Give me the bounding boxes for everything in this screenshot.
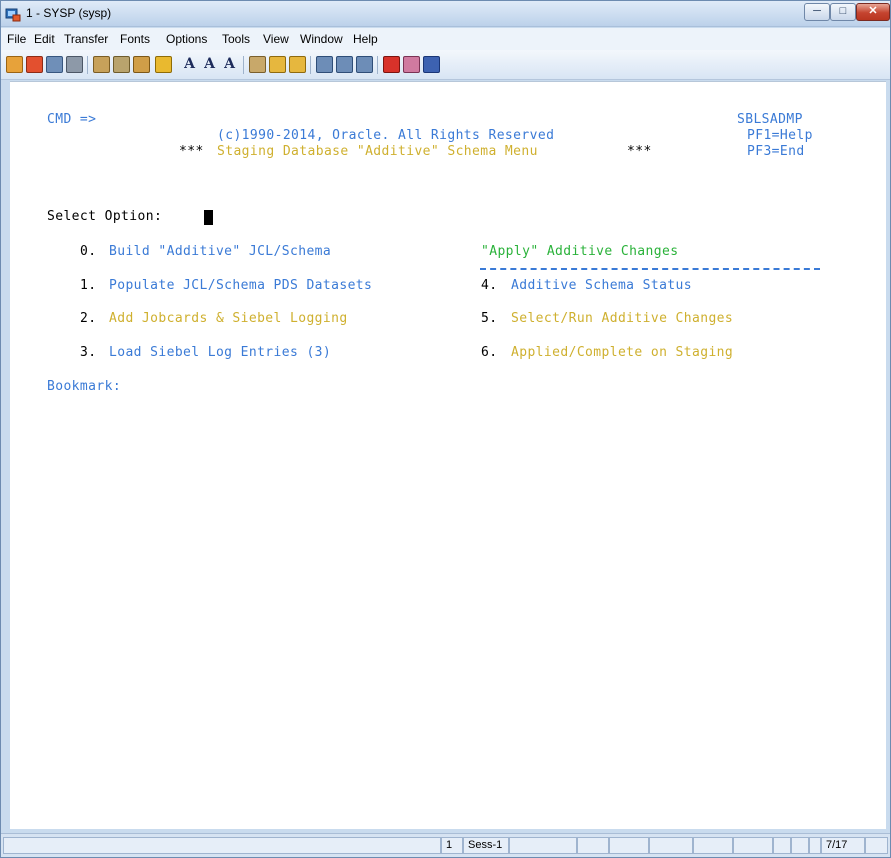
terminal-window: 1 - SYSP (sysp) ─ □ ✕ File Edit Transfer… — [0, 0, 891, 858]
send-file-icon[interactable] — [269, 56, 286, 73]
toolbar-separator — [243, 56, 244, 74]
option-load-siebel-log[interactable]: Load Siebel Log Entries (3) — [109, 345, 331, 360]
status-cell — [693, 837, 733, 854]
page-title: Staging Database "Additive" Schema Menu — [217, 144, 538, 159]
enter-key-icon[interactable] — [383, 56, 400, 73]
option-schema-status[interactable]: Additive Schema Status — [511, 278, 692, 293]
cmd-label: CMD => — [47, 112, 97, 127]
status-cell — [577, 837, 609, 854]
toolbar-separator — [377, 56, 378, 74]
select-option-label: Select Option: — [47, 209, 163, 224]
font-larger-icon[interactable]: A — [201, 56, 218, 73]
option-applied-complete[interactable]: Applied/Complete on Staging — [511, 345, 733, 360]
menu-window[interactable]: Window — [300, 32, 343, 46]
receive-file-icon[interactable] — [289, 56, 306, 73]
status-cell — [773, 837, 791, 854]
pf1-help-label: PF1=Help — [747, 128, 813, 143]
status-cell — [649, 837, 693, 854]
title-prefix: *** — [179, 144, 204, 159]
font-size-icon[interactable]: A — [181, 56, 198, 73]
option-number: 6. — [481, 345, 498, 360]
option-number: 5. — [481, 311, 498, 326]
settings-icon[interactable] — [249, 56, 266, 73]
status-cell — [609, 837, 649, 854]
option-number: 3. — [80, 345, 97, 360]
close-button[interactable]: ✕ — [856, 3, 890, 21]
option-number: 1. — [80, 278, 97, 293]
option-number: 2. — [80, 311, 97, 326]
status-cell — [809, 837, 821, 854]
pf1-key-icon[interactable] — [316, 56, 333, 73]
status-message-cell — [3, 837, 441, 854]
terminal-app-icon — [5, 8, 21, 22]
pf3-key-icon[interactable] — [356, 56, 373, 73]
paste-icon[interactable] — [133, 56, 150, 73]
menu-bar: File Edit Transfer Fonts Options Tools V… — [1, 28, 890, 50]
terminal-screen[interactable]: CMD => (c)1990-2014, Oracle. All Rights … — [10, 81, 886, 829]
option-populate-pds[interactable]: Populate JCL/Schema PDS Datasets — [109, 278, 372, 293]
menu-options[interactable]: Options — [166, 32, 207, 46]
session-number: 1 — [441, 837, 463, 854]
pf2-key-icon[interactable] — [336, 56, 353, 73]
title-suffix: *** — [627, 144, 652, 159]
clear-icon[interactable] — [403, 56, 420, 73]
bookmark-label: Bookmark: — [47, 379, 122, 394]
open-session-icon[interactable] — [6, 56, 23, 73]
status-bar: 1 Sess-1 7/17 — [1, 833, 890, 857]
resize-grip-icon[interactable] — [865, 837, 888, 854]
status-cell — [509, 837, 577, 854]
status-cell — [733, 837, 773, 854]
menu-transfer[interactable]: Transfer — [64, 32, 108, 46]
save-icon[interactable] — [46, 56, 63, 73]
option-select-run-changes[interactable]: Select/Run Additive Changes — [511, 311, 733, 326]
new-session-icon[interactable] — [26, 56, 43, 73]
menu-tools[interactable]: Tools — [222, 32, 250, 46]
apply-section-header: "Apply" Additive Changes — [481, 244, 679, 259]
option-number: 4. — [481, 278, 498, 293]
program-id: SBLSADMP — [737, 112, 803, 127]
toolbar-separator — [87, 56, 88, 74]
menu-help[interactable]: Help — [353, 32, 378, 46]
close-icon: ✕ — [868, 5, 878, 17]
option-number: 0. — [80, 244, 97, 259]
cut-icon[interactable] — [93, 56, 110, 73]
transfer-icon[interactable] — [155, 56, 172, 73]
minimize-button[interactable]: ─ — [804, 3, 830, 21]
font-plus-icon[interactable]: A — [221, 56, 238, 73]
option-build-jcl[interactable]: Build "Additive" JCL/Schema — [109, 244, 331, 259]
section-divider — [480, 268, 820, 270]
status-cell — [791, 837, 809, 854]
window-title: 1 - SYSP (sysp) — [26, 6, 112, 20]
copyright-text: (c)1990-2014, Oracle. All Rights Reserve… — [217, 128, 555, 143]
pf3-end-label: PF3=End — [747, 144, 805, 159]
title-bar[interactable]: 1 - SYSP (sysp) ─ □ ✕ — [1, 1, 890, 27]
cursor-position: 7/17 — [821, 837, 865, 854]
menu-view[interactable]: View — [263, 32, 289, 46]
option-add-jobcards[interactable]: Add Jobcards & Siebel Logging — [109, 311, 348, 326]
help-book-icon[interactable] — [423, 56, 440, 73]
print-icon[interactable] — [66, 56, 83, 73]
session-name: Sess-1 — [463, 837, 509, 854]
menu-file[interactable]: File — [7, 32, 26, 46]
copy-icon[interactable] — [113, 56, 130, 73]
maximize-icon: □ — [839, 5, 847, 17]
toolbar: A A A — [1, 50, 890, 80]
menu-edit[interactable]: Edit — [34, 32, 55, 46]
toolbar-separator — [310, 56, 311, 74]
menu-fonts[interactable]: Fonts — [120, 32, 150, 46]
minimize-icon: ─ — [813, 5, 821, 17]
input-cursor[interactable] — [204, 210, 213, 225]
maximize-button[interactable]: □ — [830, 3, 856, 21]
